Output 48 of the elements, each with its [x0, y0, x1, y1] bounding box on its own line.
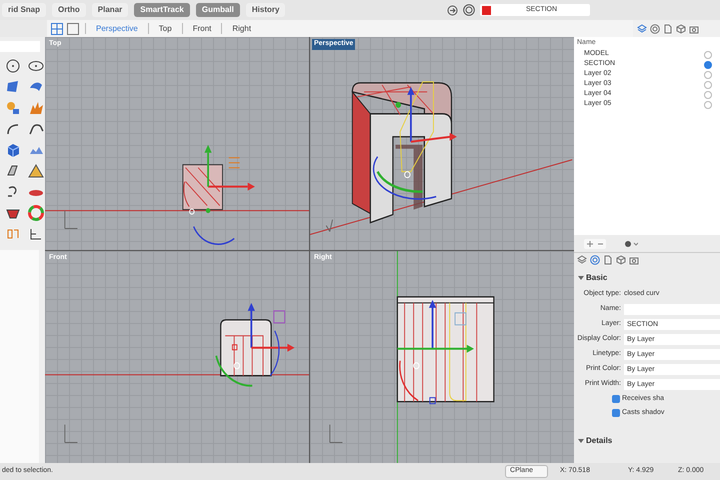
ellipse-tool-icon[interactable]: [28, 58, 44, 74]
viewport-tab[interactable]: Perspective: [85, 23, 148, 34]
collapse-triangle-icon[interactable]: [578, 438, 584, 444]
collapse-triangle-icon[interactable]: [578, 275, 584, 281]
checkbox[interactable]: [612, 395, 620, 403]
viewport-tab[interactable]: Front: [182, 23, 222, 34]
radio-button[interactable]: [704, 60, 712, 68]
toggle-button[interactable]: rid Snap: [2, 3, 46, 17]
axis-icon: [329, 424, 343, 443]
section-title: Basic: [586, 272, 608, 284]
target-icon[interactable]: [463, 4, 475, 16]
surface-tool-icon[interactable]: [5, 79, 21, 95]
color-wheel-icon[interactable]: [28, 205, 44, 221]
dimension-tool-icon[interactable]: [28, 226, 44, 242]
axis-icon: [326, 219, 333, 232]
pyramid-tool-icon[interactable]: [28, 163, 44, 179]
layers-icon[interactable]: [637, 24, 647, 34]
viewport-tab[interactable]: Right: [221, 23, 262, 34]
toggle-button[interactable]: Planar: [92, 3, 128, 17]
section-title: Details: [586, 435, 612, 447]
four-viewports-icon[interactable]: [51, 22, 63, 34]
circle-tool-icon[interactable]: [5, 58, 21, 74]
toggle-button[interactable]: History: [246, 3, 286, 17]
box-tool-icon[interactable]: [5, 142, 21, 158]
exit-icon[interactable]: [447, 4, 458, 16]
radio-button[interactable]: [704, 50, 712, 58]
circle-icon[interactable]: [650, 24, 660, 34]
radio-button[interactable]: [704, 80, 712, 88]
radio-button[interactable]: [704, 70, 712, 78]
radio-button[interactable]: [704, 100, 712, 108]
checkbox[interactable]: [612, 409, 620, 417]
explode-icon[interactable]: [28, 100, 44, 116]
axis-icon: [64, 424, 78, 443]
radio-button[interactable]: [704, 90, 712, 98]
single-viewport-icon[interactable]: [67, 22, 79, 34]
viewport-tab[interactable]: Top: [148, 23, 182, 34]
camera-icon[interactable]: [689, 24, 699, 34]
toggle-button[interactable]: Ortho: [52, 3, 86, 17]
cube-icon[interactable]: [676, 24, 686, 34]
add-remove-icon[interactable]: [584, 238, 606, 248]
layers-icon[interactable]: [577, 255, 587, 265]
page-icon[interactable]: [663, 24, 673, 34]
layer-color-swatch: [482, 6, 491, 14]
circle-icon[interactable]: [590, 255, 600, 265]
cube-icon[interactable]: [616, 255, 626, 265]
axis-icon: [64, 210, 78, 230]
page-icon[interactable]: [603, 255, 613, 265]
camera-icon[interactable]: [629, 255, 639, 265]
